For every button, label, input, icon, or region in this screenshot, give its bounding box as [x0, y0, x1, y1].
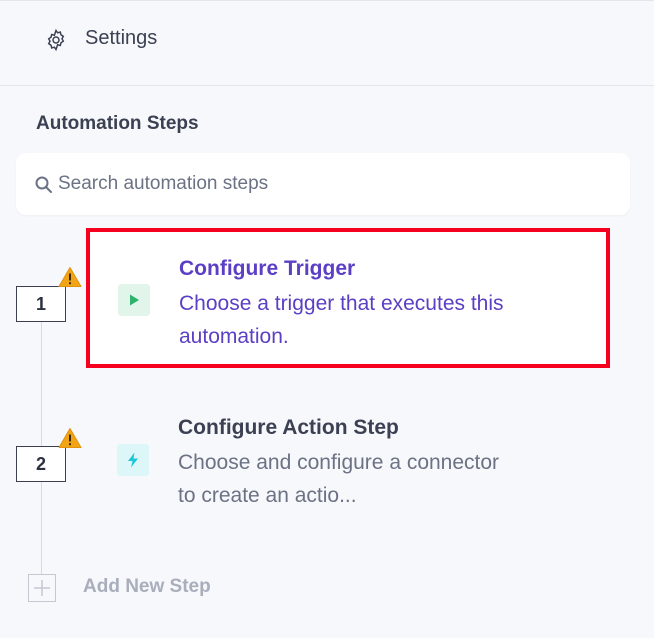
warning-icon	[58, 267, 82, 287]
search-input[interactable]	[58, 167, 598, 201]
step-description: Choose and configure a connector to crea…	[178, 451, 500, 507]
bolt-icon	[117, 444, 149, 476]
section-title: Automation Steps	[36, 113, 199, 134]
search-icon	[35, 176, 52, 193]
step-title: Configure Action Step	[178, 416, 399, 439]
settings-item[interactable]: Settings	[0, 0, 654, 86]
plus-icon	[34, 580, 50, 596]
step-title: Configure Trigger	[179, 257, 356, 280]
play-icon	[118, 284, 150, 316]
step-card-configure-trigger[interactable]: Configure Trigger Choose a trigger that …	[86, 228, 610, 368]
add-step-button[interactable]	[28, 574, 56, 602]
add-step-label[interactable]: Add New Step	[83, 576, 211, 598]
search-box[interactable]	[16, 153, 630, 215]
step-card-configure-action[interactable]: Configure Action Step Choose and configu…	[86, 392, 610, 532]
step-number-1: 1	[16, 286, 66, 322]
settings-label: Settings	[85, 27, 158, 49]
step-number-2: 2	[16, 446, 66, 482]
step-description: Choose a trigger that executes this auto…	[179, 292, 504, 348]
warning-icon	[58, 428, 82, 448]
gear-icon	[47, 28, 65, 52]
